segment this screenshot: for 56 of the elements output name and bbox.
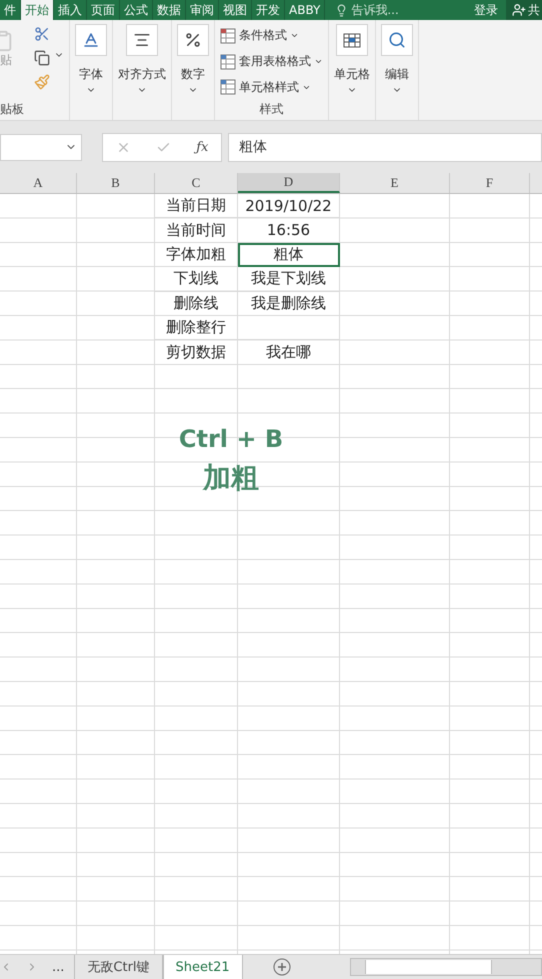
add-sheet-icon[interactable]	[272, 958, 291, 976]
ribbon-group-button[interactable]: 单元格	[329, 20, 376, 120]
column-header[interactable]: E	[340, 173, 450, 193]
table-style-icon	[220, 79, 236, 96]
font-color-icon	[82, 31, 100, 49]
ribbon-group-button[interactable]: 编辑	[376, 20, 419, 120]
table-cell: 下划线	[155, 267, 238, 292]
column-header[interactable]: A	[0, 173, 77, 193]
column-header[interactable]: F	[450, 173, 530, 193]
percent-icon	[184, 31, 202, 49]
table-cell: 删除整行	[155, 316, 238, 340]
formula-input[interactable]: 粗体	[228, 132, 542, 162]
name-box[interactable]	[0, 134, 82, 160]
search-icon	[388, 31, 406, 49]
style-menu-button[interactable]: 单元格样式	[220, 75, 311, 100]
style-menu-button[interactable]: 套用表格格式	[220, 50, 323, 74]
more-sheets-button[interactable]: ...	[52, 960, 64, 974]
paintbrush-icon[interactable]	[34, 74, 50, 90]
group-label: 贴板	[0, 101, 24, 118]
table-cell: 剪切数据	[155, 340, 238, 365]
sheet-tab[interactable]: Sheet21	[162, 955, 243, 979]
copy-icon[interactable]	[34, 50, 50, 66]
table-cell[interactable]: 2019/10/22	[238, 194, 340, 218]
horizontal-scrollbar[interactable]	[350, 958, 542, 976]
table-cell: 当前日期	[155, 194, 238, 218]
align-center-icon	[133, 31, 151, 49]
lightbulb-icon	[335, 4, 348, 16]
sign-in-link[interactable]: 登录	[466, 0, 506, 20]
table-cell: 当前时间	[155, 218, 238, 243]
table-cell[interactable]: 我在哪	[238, 340, 340, 365]
tell-me-field[interactable]: 告诉我...	[351, 2, 399, 18]
scissors-icon[interactable]	[34, 26, 50, 42]
insert-function-button[interactable]: ƒx	[196, 140, 208, 154]
table-cell[interactable]: 我是下划线	[238, 267, 340, 292]
ribbon-group-button[interactable]: 字体	[70, 20, 113, 120]
column-header[interactable]: B	[77, 173, 155, 193]
person-add-icon	[512, 3, 526, 17]
style-menu-button[interactable]: 条件格式	[220, 24, 299, 48]
table-cell[interactable]: 粗体	[238, 242, 340, 268]
column-header[interactable]: D	[238, 173, 340, 193]
table-cell: 字体加粗	[155, 242, 238, 268]
caret-icon	[314, 57, 323, 66]
table-grid-icon	[342, 31, 362, 49]
table-style-icon	[220, 54, 236, 70]
table-cell[interactable]: 16:56	[238, 218, 340, 243]
shortcut-caption: Ctrl + B	[178, 425, 284, 453]
ribbon-group-button[interactable]: 数字	[172, 20, 215, 120]
table-cell: 删除线	[155, 292, 238, 316]
table-cell[interactable]: 我是删除线	[238, 292, 340, 316]
share-button[interactable]: 共	[506, 0, 542, 20]
ribbon-tab[interactable]: 开始	[21, 0, 54, 20]
group-label: 样式	[260, 101, 284, 118]
caption-text: 加粗	[203, 460, 259, 496]
sheet-tab[interactable]: 无敌Ctrl键	[74, 955, 163, 979]
ribbon-group-button[interactable]: 对齐方式	[113, 20, 172, 120]
table-style-icon	[220, 28, 236, 44]
